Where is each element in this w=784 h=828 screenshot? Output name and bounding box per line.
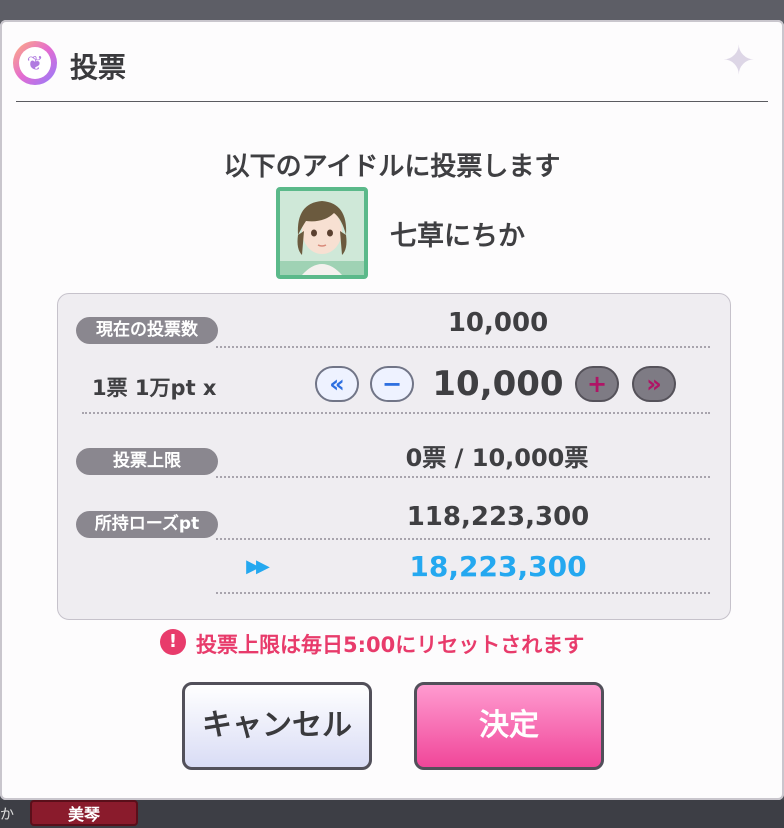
- row-divider: [216, 592, 710, 594]
- background-text: か: [0, 807, 14, 823]
- idol-portrait: [276, 187, 368, 279]
- current-votes-label: 現在の投票数: [76, 317, 218, 344]
- row-divider: [216, 538, 710, 540]
- alert-icon: !: [160, 629, 186, 655]
- arrow-right-icon: ▶▶: [246, 556, 270, 577]
- dialog-title: 投票: [70, 51, 127, 84]
- idol-name: 七草にちか: [390, 221, 525, 252]
- min-votes-button[interactable]: «: [315, 366, 359, 402]
- max-votes-button[interactable]: »: [632, 366, 676, 402]
- title-divider: [16, 101, 768, 102]
- wing-badge-icon: ❦: [13, 41, 57, 85]
- rose-pt-after-value: 18,223,300: [409, 550, 587, 583]
- row-divider: [82, 412, 710, 414]
- confirm-button[interactable]: 決定: [414, 682, 604, 770]
- vote-limit-label: 投票上限: [76, 448, 218, 475]
- dialog-subtitle: 以下のアイドルに投票します: [223, 152, 561, 182]
- cancel-button[interactable]: キャンセル: [182, 682, 372, 770]
- row-divider: [216, 346, 710, 348]
- current-votes-value: 10,000: [447, 308, 549, 338]
- reset-notice: 投票上限は毎日5:00にリセットされます: [196, 633, 585, 657]
- rose-pt-value: 118,223,300: [406, 502, 590, 532]
- vote-rate-label: 1票 1万pt x: [92, 376, 217, 400]
- vote-amount-value: 10,000: [432, 364, 564, 404]
- decrease-votes-button[interactable]: −: [370, 366, 414, 402]
- background-name-tag: 美琴: [30, 800, 138, 826]
- row-divider: [216, 476, 710, 478]
- rose-pt-label: 所持ローズpt: [76, 511, 218, 538]
- sparkle-icon: ✦: [722, 38, 756, 84]
- background-top: [0, 0, 784, 22]
- vote-limit-value: 0票 / 10,000票: [405, 444, 589, 472]
- increase-votes-button[interactable]: +: [575, 366, 619, 402]
